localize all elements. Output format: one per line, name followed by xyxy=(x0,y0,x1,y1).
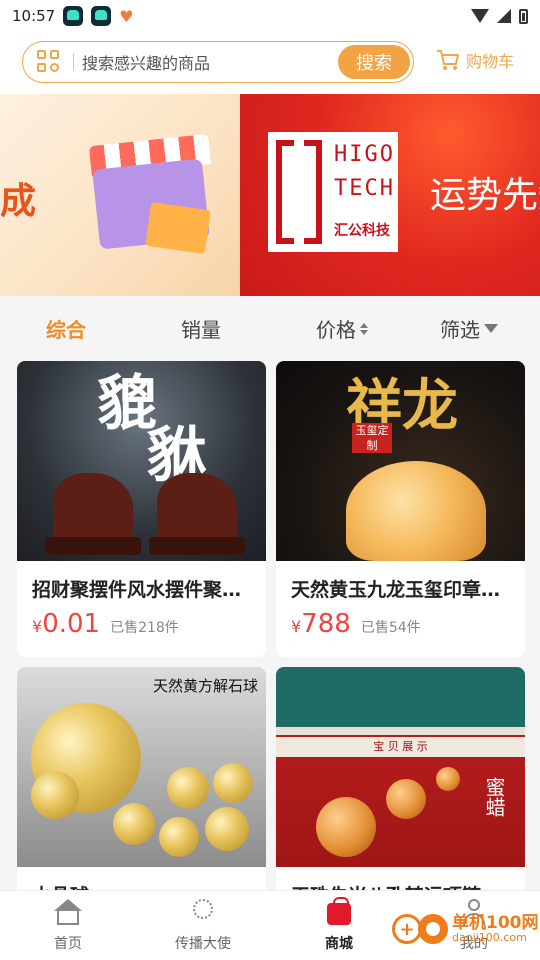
sold-count: 已售54件 xyxy=(360,620,421,636)
nav-ambassador[interactable]: 传播大使 xyxy=(149,899,257,953)
logo-word-1: HIGO xyxy=(334,142,395,167)
filter-label: 筛选 xyxy=(440,318,480,342)
signal-icon xyxy=(497,9,511,23)
dandelion-icon xyxy=(189,899,217,927)
pixiu-statue-left xyxy=(53,473,133,543)
banner-slogan: 运势先知 xyxy=(430,175,540,216)
banner-left-text: 成 xyxy=(0,181,37,222)
watermark-url: danji100.com xyxy=(452,931,527,944)
nav-label: 传播大使 xyxy=(175,936,231,952)
image-seal-text: 玉玺定制 xyxy=(352,423,392,453)
watermark-text: 单机100网 xyxy=(452,913,539,933)
watermark-ring-icon xyxy=(418,914,448,944)
filter-price[interactable]: 价格 xyxy=(316,314,368,343)
divider xyxy=(73,53,74,71)
search-button[interactable]: 搜索 xyxy=(338,45,410,79)
app-notification-icon xyxy=(63,6,84,26)
cart-button[interactable]: 购物车 xyxy=(436,48,514,72)
package-illustration xyxy=(145,202,211,254)
cart-icon xyxy=(437,50,459,70)
banner-slide-higo[interactable]: HIGO TECH 汇公科技 运势先知 xyxy=(240,94,540,296)
product-title: 招财聚摆件风水摆件聚宝盆 xyxy=(32,579,254,601)
home-icon xyxy=(54,899,82,927)
filter-label: 销量 xyxy=(181,318,221,342)
price-currency: ¥ xyxy=(291,617,302,636)
crystal-ball xyxy=(167,767,209,809)
sold-count: 已售218件 xyxy=(110,620,179,636)
crystal-ball xyxy=(31,771,79,819)
scan-icon[interactable] xyxy=(37,50,61,74)
statue-base xyxy=(149,537,245,555)
product-image: 天然黄方解石球 xyxy=(17,667,266,867)
shopping-bag-icon xyxy=(325,897,353,927)
product-card[interactable]: 祥龙 玉玺定制 天然黄玉九龙玉玺印章摆件 ¥ 788 已售54件 xyxy=(276,361,525,657)
status-time: 10:57 xyxy=(12,7,56,25)
promo-banner[interactable]: 成 HIGO TECH 汇公科技 运势先知 xyxy=(0,94,540,296)
logo-cn: 汇公科技 xyxy=(334,223,390,239)
app-notification-icon xyxy=(91,6,112,26)
product-image: 宝 贝 展 示 蜜蜡 xyxy=(276,667,525,867)
nav-home[interactable]: 首页 xyxy=(14,899,122,953)
image-band: 宝 贝 展 示 xyxy=(276,737,525,757)
product-card[interactable]: 宝 贝 展 示 蜜蜡 天珠朱米八孔转运项链 xyxy=(276,667,525,907)
product-title: 天然黄玉九龙玉玺印章摆件 xyxy=(291,579,513,601)
crystal-ball xyxy=(159,817,199,857)
product-price-row: ¥ 0.01 已售218件 xyxy=(32,609,179,639)
header: 搜索感兴趣的商品 搜索 购物车 xyxy=(0,32,540,94)
logo-word-2: TECH xyxy=(334,176,395,201)
search-input[interactable]: 搜索感兴趣的商品 xyxy=(82,50,338,74)
site-watermark: + 单机100网 danji100.com xyxy=(392,914,539,944)
crystal-ball xyxy=(113,803,155,845)
filter-screen[interactable]: 筛选 xyxy=(440,314,498,343)
nav-label: 首页 xyxy=(54,936,82,952)
filter-label: 综合 xyxy=(46,318,86,342)
product-card[interactable]: 貔 貅 招财聚摆件风水摆件聚宝盆 ¥ 0.01 已售218件 xyxy=(17,361,266,657)
image-tag: 蜜蜡 xyxy=(482,777,506,817)
wifi-icon xyxy=(471,9,489,23)
product-image: 貔 貅 xyxy=(17,361,266,561)
product-price: 0.01 xyxy=(42,609,101,639)
bead xyxy=(436,767,460,791)
higo-tech-logo: HIGO TECH 汇公科技 xyxy=(268,132,398,252)
price-currency: ¥ xyxy=(32,617,43,636)
filter-bar: 综合 销量 价格 筛选 xyxy=(0,296,540,358)
pixiu-statue-right xyxy=(157,473,237,543)
logo-h-mark xyxy=(276,140,322,244)
banner-slide-shop[interactable]: 成 xyxy=(0,94,240,296)
crystal-ball xyxy=(205,807,249,851)
filter-comprehensive[interactable]: 综合 xyxy=(46,314,86,343)
cart-label: 购物车 xyxy=(466,52,515,71)
nav-label: 商城 xyxy=(325,936,353,952)
filter-label: 价格 xyxy=(316,318,356,342)
bead xyxy=(386,779,426,819)
filter-sales[interactable]: 销量 xyxy=(181,314,221,343)
product-image: 祥龙 玉玺定制 xyxy=(276,361,525,561)
battery-icon xyxy=(519,8,528,24)
image-caption: 天然黄方解石球 xyxy=(152,677,258,695)
sort-icon xyxy=(360,322,368,335)
nav-mall[interactable]: 商城 xyxy=(285,897,393,953)
product-price: 788 xyxy=(301,609,351,639)
bead xyxy=(316,797,376,857)
crystal-ball xyxy=(213,763,253,803)
product-price-row: ¥ 788 已售54件 xyxy=(291,609,421,639)
statue-base xyxy=(45,537,141,555)
jade-dragon-seal xyxy=(346,461,486,561)
product-card[interactable]: 天然黄方解石球 水晶球 xyxy=(17,667,266,907)
funnel-icon xyxy=(484,324,498,333)
search-bar[interactable]: 搜索感兴趣的商品 搜索 xyxy=(22,41,414,83)
status-bar: 10:57 ♥ xyxy=(0,0,540,32)
heart-notification-icon: ♥ xyxy=(119,6,134,26)
